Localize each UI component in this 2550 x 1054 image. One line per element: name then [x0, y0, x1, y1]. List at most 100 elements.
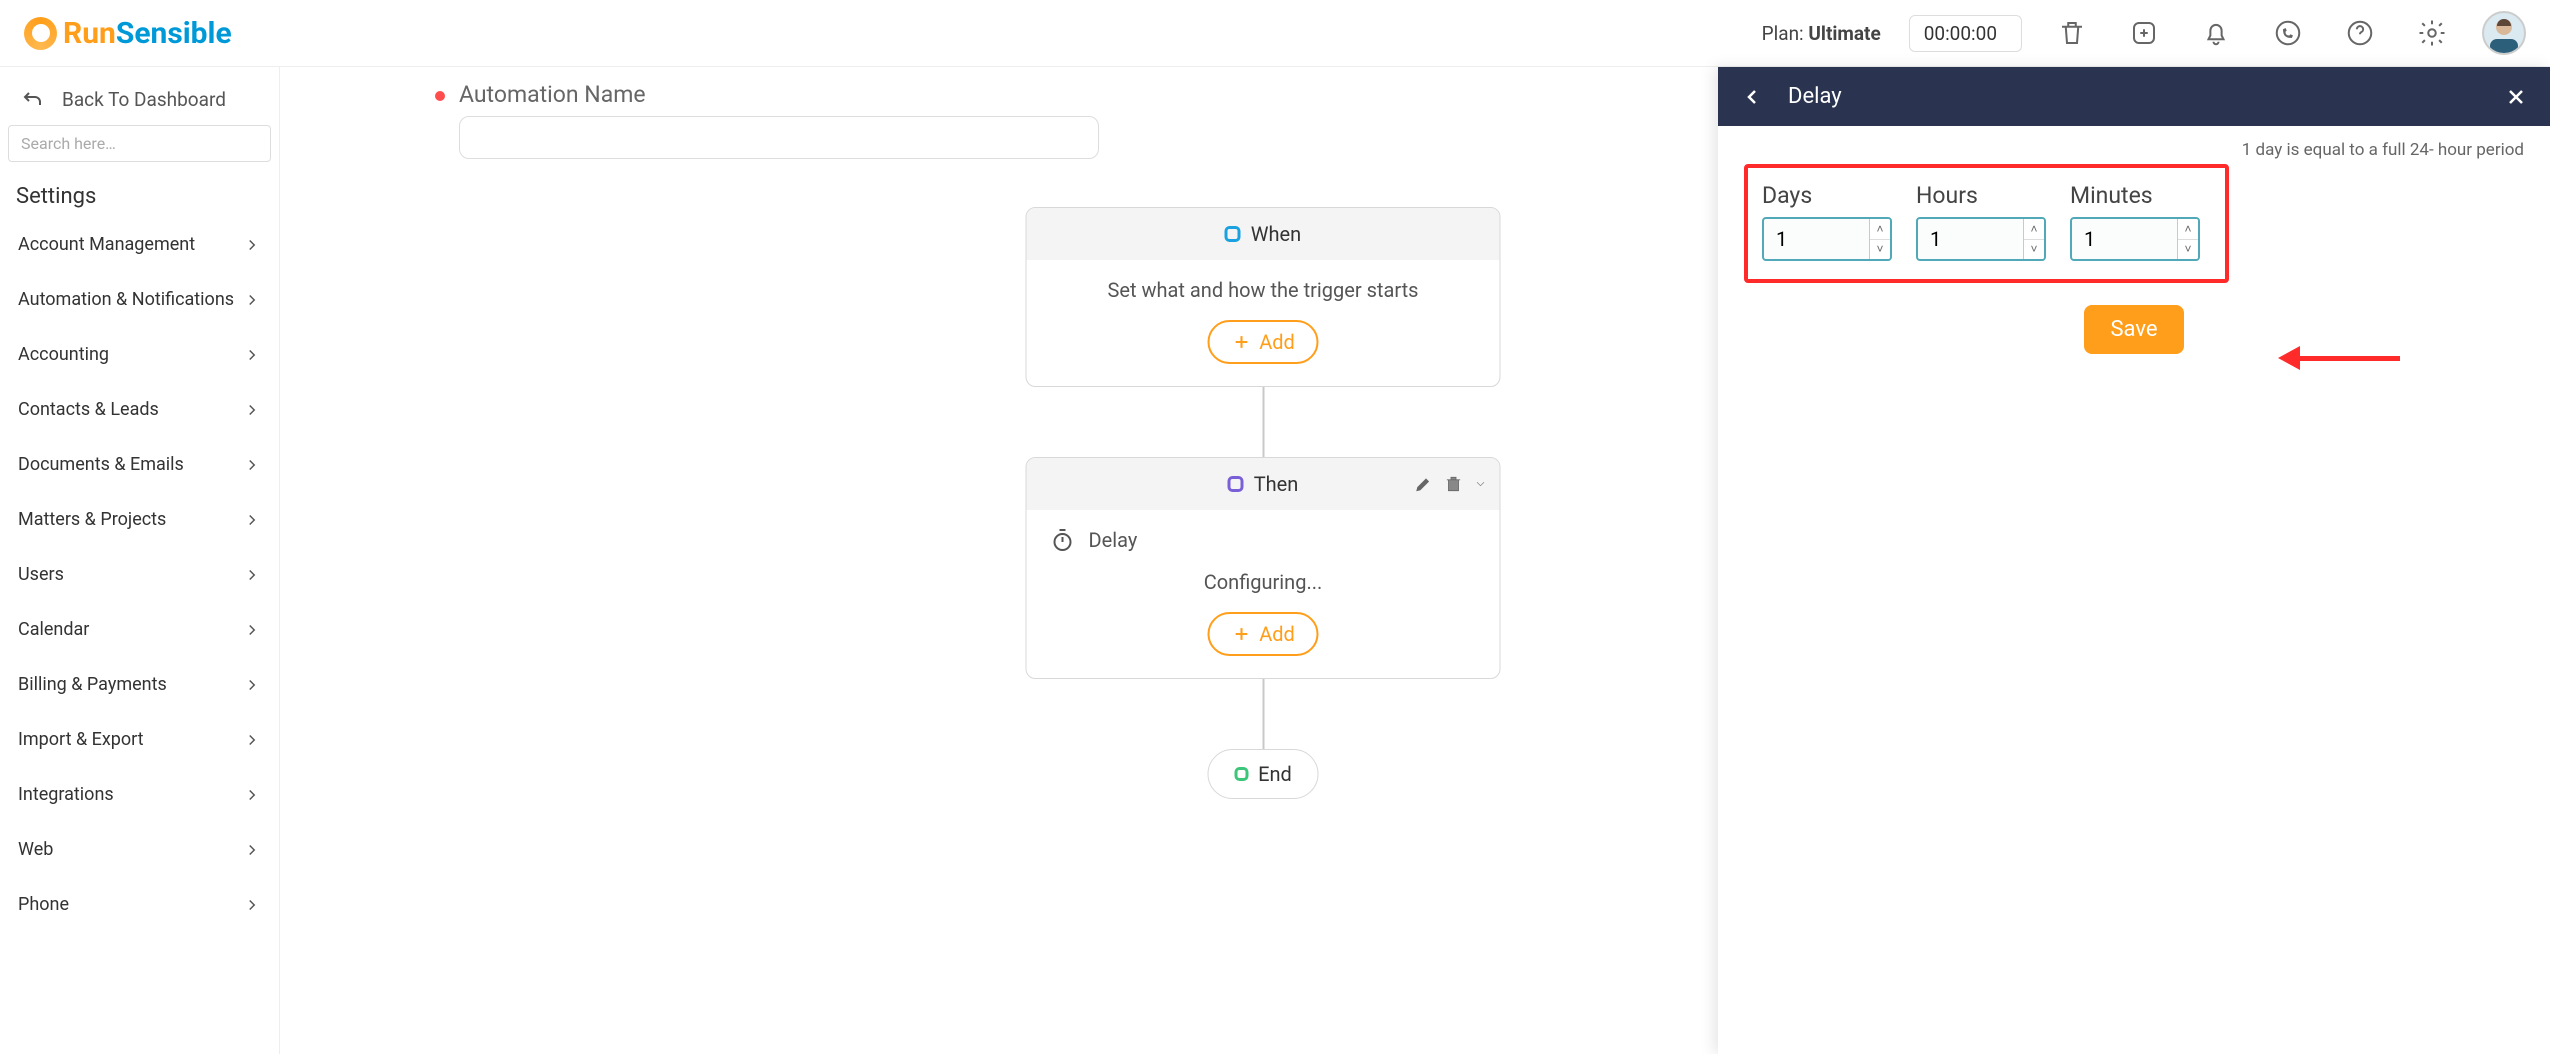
then-action-label: Delay [1089, 528, 1138, 552]
plus-icon [1231, 332, 1251, 352]
chevron-right-icon [243, 786, 261, 804]
brand-logo-icon [24, 17, 57, 50]
automation-name-input[interactable] [459, 116, 1099, 159]
avatar[interactable] [2482, 11, 2526, 55]
back-to-dashboard[interactable]: Back To Dashboard [0, 67, 279, 125]
hours-label: Hours [1916, 182, 2046, 209]
edit-icon[interactable] [1414, 474, 1434, 494]
then-action-row[interactable]: Delay [1045, 528, 1482, 552]
sidebar-item-label: Account Management [18, 234, 195, 255]
sidebar-item-users[interactable]: Users [0, 547, 279, 602]
chevron-right-icon [243, 346, 261, 364]
sidebar-item-label: Calendar [18, 619, 89, 640]
sidebar-item-integrations[interactable]: Integrations [0, 767, 279, 822]
bell-icon[interactable] [2194, 11, 2238, 55]
sidebar-item-matters-projects[interactable]: Matters & Projects [0, 492, 279, 547]
sidebar: Back To Dashboard Settings Account Manag… [0, 67, 280, 1054]
search-input[interactable] [8, 125, 271, 162]
sidebar-item-label: Integrations [18, 784, 114, 805]
days-up-button[interactable]: ˄ [1870, 219, 1890, 240]
when-body-text: Set what and how the trigger starts [1108, 278, 1419, 302]
sidebar-item-phone[interactable]: Phone [0, 877, 279, 932]
days-label: Days [1762, 182, 1892, 209]
brand-part1: Run [63, 16, 116, 51]
header-right: Plan: Ultimate 00:00:00 [1762, 11, 2526, 55]
then-title: Then [1254, 472, 1299, 496]
automation-name-label: Automation Name [459, 81, 1099, 108]
connector-line [1262, 387, 1264, 457]
plan-name: Ultimate [1808, 22, 1880, 45]
required-dot-icon [435, 91, 445, 101]
gear-icon[interactable] [2410, 11, 2454, 55]
minutes-column: Minutes ˄ ˅ [2070, 182, 2200, 261]
chevron-right-icon [243, 621, 261, 639]
delete-icon[interactable] [1444, 474, 1464, 494]
close-icon[interactable] [2504, 85, 2528, 109]
days-input[interactable] [1764, 219, 1869, 259]
sidebar-item-contacts-leads[interactable]: Contacts & Leads [0, 382, 279, 437]
minutes-spinner[interactable]: ˄ ˅ [2070, 217, 2200, 261]
then-shape-icon [1228, 476, 1244, 492]
brand-part2: Sensible [116, 16, 232, 51]
sidebar-section-heading: Settings [0, 162, 279, 217]
end-title: End [1258, 762, 1292, 786]
sidebar-item-billing-payments[interactable]: Billing & Payments [0, 657, 279, 712]
then-status-text: Configuring... [1204, 570, 1323, 594]
plan-prefix: Plan: [1762, 22, 1804, 45]
days-spinner[interactable]: ˄ ˅ [1762, 217, 1892, 261]
chevron-right-icon [243, 896, 261, 914]
sidebar-item-label: Matters & Projects [18, 509, 166, 530]
chevron-right-icon [243, 566, 261, 584]
hours-input[interactable] [1918, 219, 2023, 259]
days-column: Days ˄ ˅ [1762, 182, 1892, 261]
sidebar-item-automation-notifications[interactable]: Automation & Notifications [0, 272, 279, 327]
when-card-head: When [1027, 208, 1500, 260]
minutes-up-button[interactable]: ˄ [2178, 219, 2198, 240]
end-node: End [1207, 749, 1319, 799]
sidebar-item-label: Billing & Payments [18, 674, 167, 695]
when-add-button[interactable]: Add [1207, 320, 1319, 364]
sidebar-item-label: Documents & Emails [18, 454, 184, 475]
when-title: When [1251, 222, 1301, 246]
when-add-label: Add [1259, 330, 1295, 354]
phone-icon[interactable] [2266, 11, 2310, 55]
delay-panel: Delay 1 day is equal to a full 24- hour … [1718, 67, 2550, 1054]
end-shape-icon [1234, 767, 1248, 781]
then-add-button[interactable]: Add [1207, 612, 1319, 656]
sidebar-item-account-management[interactable]: Account Management [0, 217, 279, 272]
hours-down-button[interactable]: ˅ [2024, 240, 2044, 260]
sidebar-item-label: Users [18, 564, 64, 585]
hours-column: Hours ˄ ˅ [1916, 182, 2046, 261]
brand-logo[interactable]: RunSensible [24, 16, 232, 51]
back-label: Back To Dashboard [62, 88, 226, 111]
chevron-right-icon [243, 291, 261, 309]
add-plus-icon[interactable] [2122, 11, 2166, 55]
trash-icon[interactable] [2050, 11, 2094, 55]
chevron-right-icon [243, 511, 261, 529]
back-chevron-icon[interactable] [1740, 85, 1764, 109]
hours-up-button[interactable]: ˄ [2024, 219, 2044, 240]
then-card-head: Then [1027, 458, 1500, 510]
sidebar-item-documents-emails[interactable]: Documents & Emails [0, 437, 279, 492]
sidebar-item-web[interactable]: Web [0, 822, 279, 877]
stopwatch-icon [1051, 528, 1075, 552]
chevron-right-icon [243, 841, 261, 859]
sidebar-item-calendar[interactable]: Calendar [0, 602, 279, 657]
minutes-input[interactable] [2072, 219, 2177, 259]
then-add-label: Add [1259, 622, 1295, 646]
chevron-right-icon [243, 236, 261, 254]
save-button[interactable]: Save [2084, 305, 2183, 354]
days-down-button[interactable]: ˅ [1870, 240, 1890, 260]
hours-spinner[interactable]: ˄ ˅ [1916, 217, 2046, 261]
panel-hint: 1 day is equal to a full 24- hour period [1744, 140, 2524, 160]
chevron-down-icon[interactable] [1474, 477, 1488, 491]
minutes-label: Minutes [2070, 182, 2200, 209]
sidebar-item-accounting[interactable]: Accounting [0, 327, 279, 382]
timer-widget[interactable]: 00:00:00 [1909, 15, 2022, 52]
sidebar-item-import-export[interactable]: Import & Export [0, 712, 279, 767]
minutes-down-button[interactable]: ˅ [2178, 240, 2198, 260]
sidebar-nav: Account Management Automation & Notifica… [0, 217, 279, 1054]
help-icon[interactable] [2338, 11, 2382, 55]
chevron-right-icon [243, 676, 261, 694]
sidebar-item-label: Accounting [18, 344, 109, 365]
